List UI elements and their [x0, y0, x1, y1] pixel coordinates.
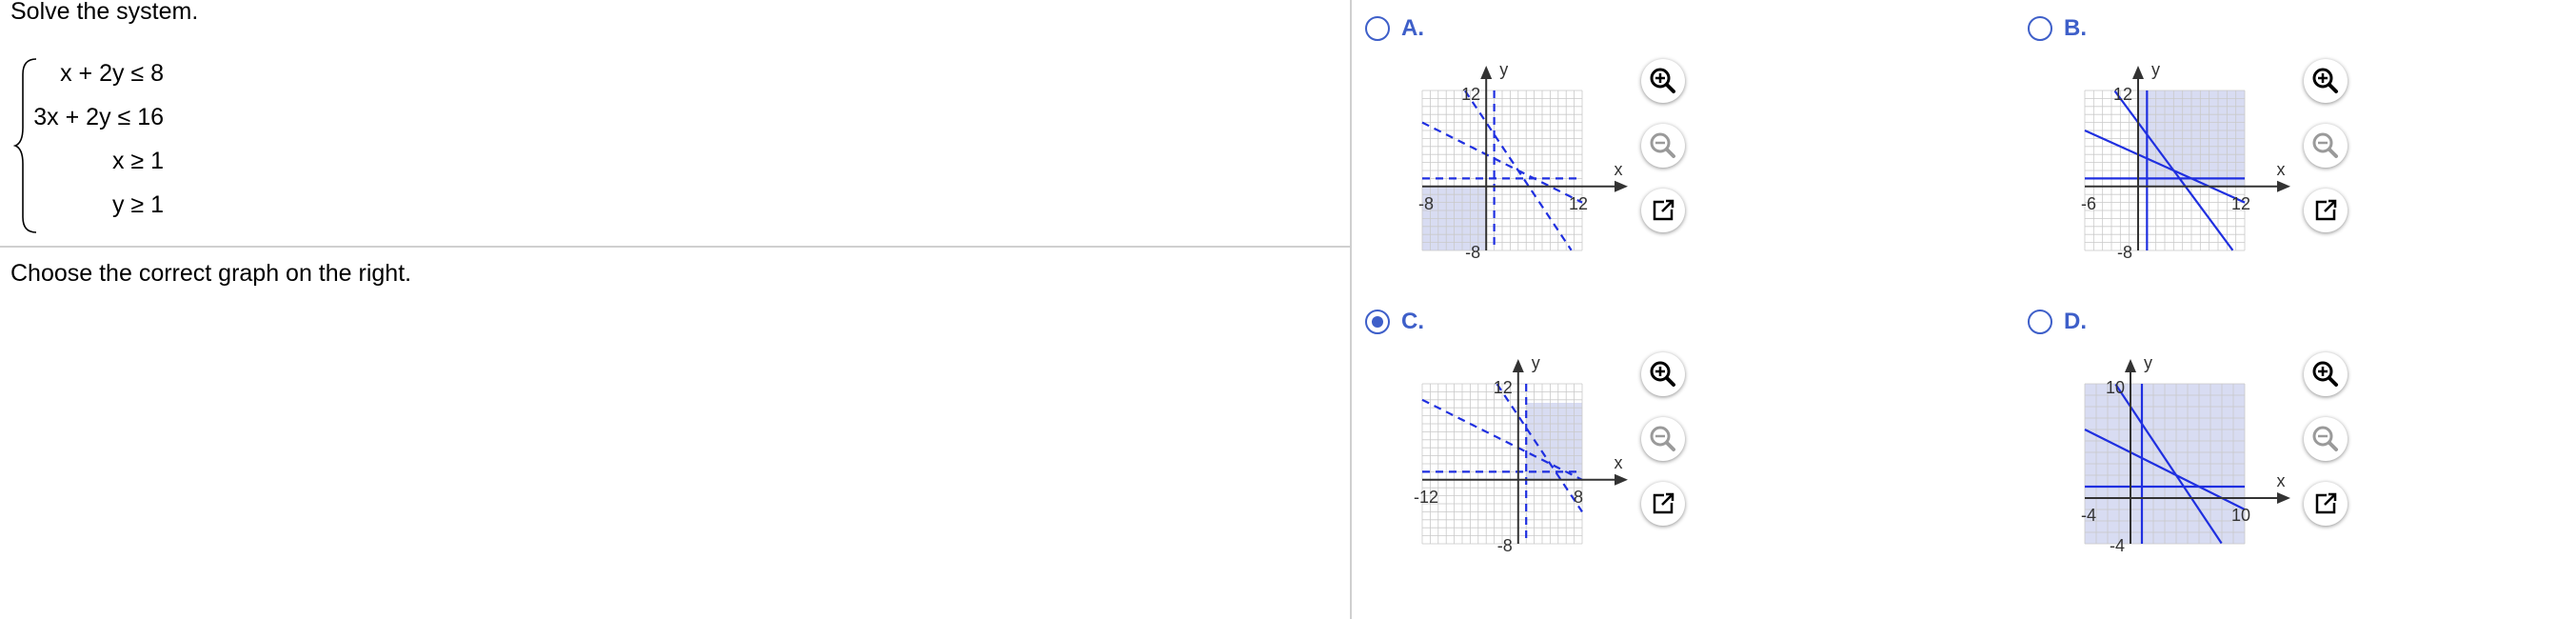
- option-d-graph: x y -4 10 -4 10: [2081, 353, 2290, 555]
- option-d-y-axis-label: y: [2144, 353, 2152, 372]
- zoom-out-button[interactable]: [1641, 124, 1685, 168]
- zoom-in-icon: [2312, 68, 2338, 93]
- zoom-in-button[interactable]: [1641, 352, 1685, 396]
- option-d-xmin-label: -4: [2081, 506, 2096, 525]
- option-d-ymin-label: -4: [2110, 536, 2125, 555]
- option-c-x-arrow: [1615, 473, 1628, 486]
- option-c-x-axis-label: x: [1615, 453, 1623, 472]
- zoom-out-button[interactable]: [2304, 124, 2348, 168]
- option-c-y-axis-label: y: [1532, 353, 1540, 372]
- option-a-ymin-label: -8: [1465, 243, 1480, 262]
- zoom-out-button[interactable]: [2304, 417, 2348, 461]
- option-c-y-arrow: [1512, 359, 1524, 372]
- question-divider: [0, 246, 1350, 248]
- option-c-ymin-label: -8: [1497, 536, 1513, 555]
- option-d-y-arrow: [2125, 359, 2136, 372]
- inequality-3: x ≥ 1: [111, 148, 164, 174]
- zoom-in-button[interactable]: [1641, 59, 1685, 103]
- option-b[interactable]: B. x y -6 12 -8 12: [2028, 16, 2576, 302]
- answer-pane: A. x y -8 12 -8 12 B. x y -6 12 -8 12 C.…: [1352, 0, 2576, 619]
- option-d-x-arrow: [2277, 492, 2290, 504]
- inequality-4: y ≥ 1: [111, 191, 164, 218]
- zoom-out-icon: [1650, 132, 1675, 158]
- question-instruction: Choose the correct graph on the right.: [10, 260, 412, 287]
- option-b-xmin-label: -6: [2081, 194, 2096, 213]
- zoom-out-icon: [1650, 426, 1675, 451]
- open-external-button[interactable]: [1641, 482, 1685, 526]
- option-a-y-arrow: [1480, 66, 1493, 79]
- option-b-x-axis-label: x: [2277, 160, 2286, 179]
- option-d-x-axis-label: x: [2277, 471, 2286, 490]
- option-a-ymax-label: 12: [1461, 85, 1480, 104]
- option-c-xmax-label: 8: [1574, 488, 1583, 507]
- option-b-ymin-label: -8: [2117, 243, 2132, 262]
- inequality-system: x + 2y ≤ 8 3x + 2y ≤ 16 x ≥ 1 y ≥ 1: [13, 55, 204, 236]
- open-external-button[interactable]: [2304, 189, 2348, 232]
- option-b-graph: x y -6 12 -8 12: [2081, 60, 2290, 262]
- inequality-2: 3x + 2y ≤ 16: [33, 104, 164, 130]
- zoom-in-button[interactable]: [2304, 59, 2348, 103]
- option-a-x-axis-label: x: [1615, 160, 1623, 179]
- inequality-1: x + 2y ≤ 8: [60, 60, 164, 87]
- option-d-xmax-label: 10: [2231, 506, 2250, 525]
- open-external-icon: [2315, 492, 2337, 514]
- option-a-x-arrow: [1615, 180, 1628, 192]
- open-external-icon: [1653, 199, 1674, 221]
- option-a-grid: [1421, 90, 1583, 251]
- zoom-out-icon: [2312, 426, 2338, 451]
- open-external-button[interactable]: [1641, 189, 1685, 232]
- option-a[interactable]: A. x y -8 12 -8 12: [1365, 16, 1974, 302]
- open-external-button[interactable]: [2304, 482, 2348, 526]
- option-c-grid: [1421, 383, 1583, 545]
- zoom-in-icon: [1650, 361, 1675, 387]
- zoom-out-button[interactable]: [1641, 417, 1685, 461]
- option-b-xmax-label: 12: [2231, 194, 2250, 213]
- open-external-icon: [1653, 492, 1674, 514]
- option-b-ymax-label: 12: [2113, 85, 2132, 104]
- zoom-out-icon: [2312, 132, 2338, 158]
- zoom-in-icon: [1650, 68, 1675, 93]
- question-prompt: Solve the system.: [10, 0, 199, 25]
- option-b-grid: [2084, 90, 2246, 251]
- option-d-ymax-label: 10: [2106, 378, 2125, 397]
- option-d[interactable]: D. x y -4 10 -4 10: [2028, 310, 2576, 595]
- question-pane: Solve the system. x + 2y ≤ 8 3x + 2y ≤ 1…: [0, 0, 1350, 619]
- option-c[interactable]: C. x y -12 8 -8 12: [1365, 310, 1974, 595]
- option-a-xmax-label: 12: [1569, 194, 1588, 213]
- zoom-in-button[interactable]: [2304, 352, 2348, 396]
- option-b-y-axis-label: y: [2151, 60, 2160, 79]
- option-b-x-arrow: [2277, 180, 2290, 192]
- option-a-xmin-label: -8: [1418, 194, 1434, 213]
- option-c-axes: [1422, 359, 1628, 544]
- option-b-y-arrow: [2132, 66, 2144, 79]
- left-brace: [13, 58, 37, 233]
- option-c-ymax-label: 12: [1494, 378, 1513, 397]
- option-c-xmin-label: -12: [1414, 488, 1438, 507]
- open-external-icon: [2315, 199, 2337, 221]
- option-a-y-axis-label: y: [1499, 60, 1508, 79]
- zoom-in-icon: [2312, 361, 2338, 387]
